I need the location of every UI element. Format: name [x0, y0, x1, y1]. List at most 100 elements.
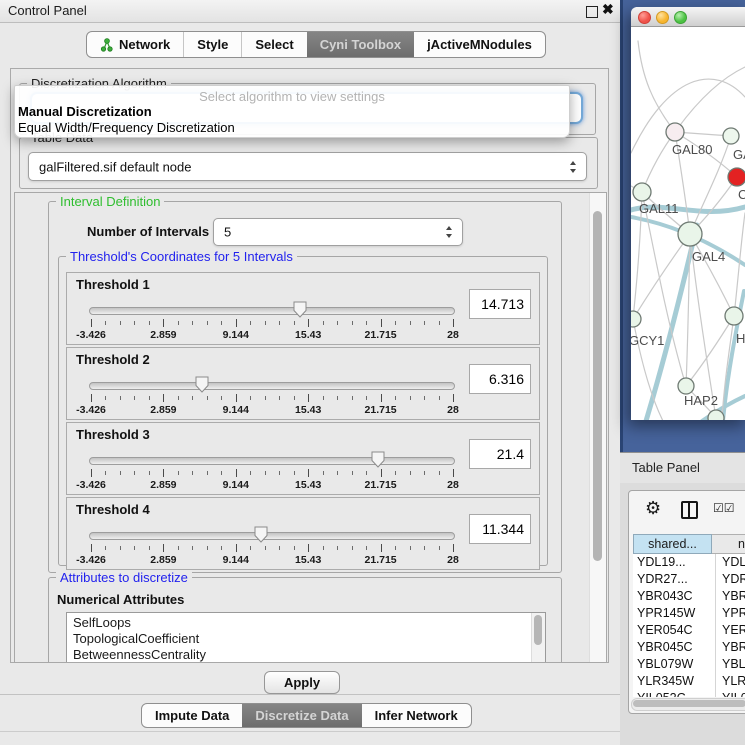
tab-discretize-data[interactable]: Discretize Data	[242, 704, 361, 727]
tick-label: 9.144	[223, 329, 249, 341]
table-row[interactable]: YBR045CYBR0	[633, 639, 745, 656]
tab-cyni-toolbox[interactable]: Cyni Toolbox	[307, 32, 414, 57]
network-edge	[642, 132, 675, 192]
slider-track[interactable]	[89, 532, 455, 540]
tick-label: 15.43	[295, 404, 321, 416]
float-window-icon[interactable]	[586, 6, 598, 18]
tick-label: 9.144	[223, 479, 249, 491]
attribute-item[interactable]: TopologicalCoefficient	[73, 631, 529, 647]
threshold-1-value-field[interactable]: 14.713	[469, 289, 531, 319]
control-panel-titlebar: Control Panel ✖	[0, 0, 620, 23]
attributes-group: Attributes to discretize Numerical Attri…	[48, 577, 562, 663]
network-node[interactable]	[708, 410, 724, 420]
slider-track[interactable]	[89, 382, 455, 390]
table-row[interactable]: YIL052CYIL0	[633, 690, 745, 697]
separator-line	[0, 731, 620, 732]
table-horizontal-scrollbar[interactable]	[631, 698, 745, 711]
threshold-3-slider[interactable]: -3.4262.8599.14415.4321.71528	[89, 457, 455, 491]
tick-label: 2.859	[150, 554, 176, 566]
tick-label: 28	[447, 404, 459, 416]
attribute-item[interactable]: SelfLoops	[73, 615, 529, 631]
table-data-combobox[interactable]: galFiltered.sif default node	[28, 152, 587, 181]
zoom-traffic-light-icon[interactable]	[674, 11, 687, 24]
threshold-2-slider[interactable]: -3.4262.8599.14415.4321.71528	[89, 382, 455, 416]
tick-label: 28	[447, 329, 459, 341]
slider-scale: -3.4262.8599.14415.4321.71528	[91, 329, 453, 341]
scrollbar-thumb[interactable]	[593, 211, 602, 561]
column-header-shared-name[interactable]: shared...	[633, 534, 712, 554]
tick-label: -3.426	[76, 554, 106, 566]
network-node[interactable]	[725, 307, 743, 325]
tick-label: 28	[447, 479, 459, 491]
option-equal-width-frequency[interactable]: Equal Width/Frequency Discretization	[18, 120, 235, 135]
network-node[interactable]	[666, 123, 684, 141]
tab-style[interactable]: Style	[183, 32, 241, 57]
tick-label: 21.715	[365, 329, 397, 341]
scrollbar-thumb[interactable]	[534, 615, 542, 645]
network-node[interactable]	[678, 222, 702, 246]
table-row[interactable]: YER054CYER0	[633, 622, 745, 639]
attribute-list[interactable]: SelfLoopsTopologicalCoefficientBetweenne…	[66, 612, 546, 663]
table-row[interactable]: YBL079WYBL0	[633, 656, 745, 673]
attribute-list-scrollbar[interactable]	[531, 613, 545, 663]
tab-network[interactable]: Network	[87, 32, 183, 57]
combo-spinner-icon	[446, 226, 453, 238]
attribute-item[interactable]: BetweennessCentrality	[73, 647, 529, 663]
tab-impute-data[interactable]: Impute Data	[142, 704, 242, 727]
table-card: ⚙ ☑☑ shared... n YDL19...YDL1YDR27...YDR…	[628, 490, 745, 714]
algorithm-hint-option[interactable]: Select algorithm to view settings	[15, 89, 569, 104]
table-row[interactable]: YPR145WYPR1	[633, 605, 745, 622]
threshold-1-panel: Threshold 1 -3.4262.8599.14415.4321.7152…	[66, 272, 540, 345]
settings-scrollbar[interactable]	[589, 193, 606, 662]
network-node-label: C	[738, 187, 745, 202]
tab-jactivemnodules[interactable]: jActiveMNodules	[414, 32, 545, 57]
threshold-3-panel: Threshold 3 -3.4262.8599.14415.4321.7152…	[66, 422, 540, 495]
slider-scale: -3.4262.8599.14415.4321.71528	[91, 554, 453, 566]
tick-label: 9.144	[223, 554, 249, 566]
split-columns-icon[interactable]	[681, 501, 698, 519]
table-row[interactable]: YDR27...YDR2	[633, 571, 745, 588]
tick-label: -3.426	[76, 404, 106, 416]
combo-spinner-icon	[570, 161, 577, 173]
close-icon[interactable]: ✖	[602, 1, 614, 18]
table-data-value: galFiltered.sif default node	[39, 159, 191, 174]
scrollbar-thumb[interactable]	[633, 700, 745, 707]
interval-definition-title: Interval Definition	[56, 194, 164, 209]
table-row[interactable]: YLR345WYLR3	[633, 673, 745, 690]
network-node[interactable]	[678, 378, 694, 394]
gear-icon[interactable]: ⚙	[645, 497, 661, 519]
network-window-titlebar[interactable]	[631, 7, 745, 27]
network-node[interactable]	[723, 128, 739, 144]
table-panel-header: Table Panel	[620, 452, 745, 484]
column-header-name[interactable]: n	[712, 534, 745, 554]
minimize-traffic-light-icon[interactable]	[656, 11, 669, 24]
threshold-4-value-field[interactable]: 11.344	[469, 514, 531, 544]
threshold-4-slider[interactable]: -3.4262.8599.14415.4321.71528	[89, 532, 455, 566]
option-manual-discretization[interactable]: Manual Discretization	[18, 104, 152, 119]
number-of-intervals-combobox[interactable]: 5	[213, 218, 463, 246]
slider-handle[interactable]	[195, 376, 209, 393]
network-node[interactable]	[631, 311, 641, 327]
slider-handle[interactable]	[254, 526, 268, 543]
slider-track[interactable]	[89, 307, 455, 315]
tick-label: 21.715	[365, 479, 397, 491]
threshold-3-value-field[interactable]: 21.4	[469, 439, 531, 469]
slider-handle[interactable]	[293, 301, 307, 318]
slider-scale: -3.4262.8599.14415.4321.71528	[91, 479, 453, 491]
slider-handle[interactable]	[371, 451, 385, 468]
threshold-2-value-field[interactable]: 6.316	[469, 364, 531, 394]
tab-select[interactable]: Select	[241, 32, 306, 57]
network-canvas[interactable]: GAL80GAGAL11CGAL4GCY1HHAP2	[631, 27, 745, 420]
network-node[interactable]	[728, 168, 745, 186]
slider-ticks	[91, 544, 453, 553]
table-row[interactable]: YBR043CYBR0	[633, 588, 745, 605]
table-row[interactable]: YDL19...YDL1	[633, 554, 745, 571]
tab-infer-network[interactable]: Infer Network	[362, 704, 471, 727]
slider-track[interactable]	[89, 457, 455, 465]
apply-button[interactable]: Apply	[264, 671, 340, 694]
select-columns-icon[interactable]: ☑☑	[713, 501, 735, 515]
tick-label: 15.43	[295, 479, 321, 491]
close-traffic-light-icon[interactable]	[638, 11, 651, 24]
network-node[interactable]	[633, 183, 651, 201]
threshold-1-slider[interactable]: -3.4262.8599.14415.4321.71528	[89, 307, 455, 341]
